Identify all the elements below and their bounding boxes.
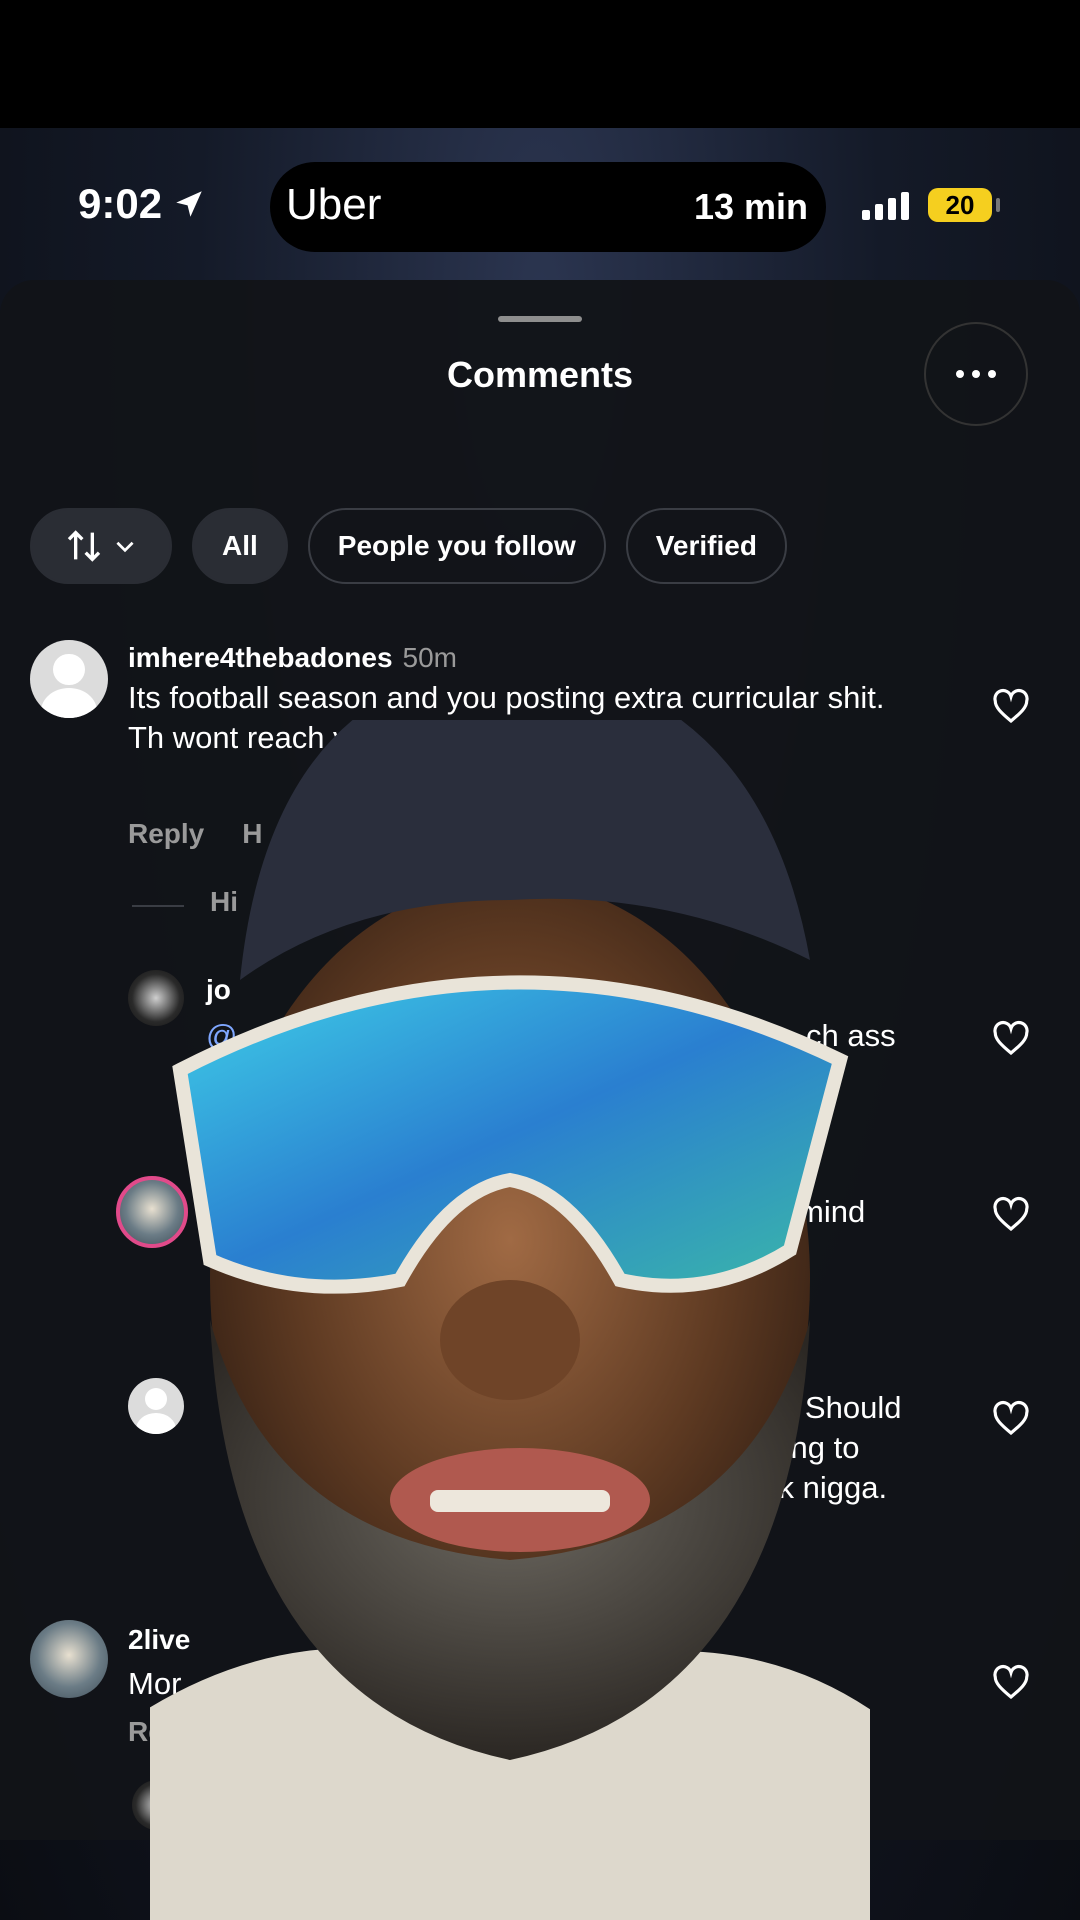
live-activity-eta: 13 min <box>693 186 808 227</box>
sort-button[interactable] <box>30 508 172 584</box>
top-letterbox <box>0 0 1080 128</box>
filter-people-you-follow[interactable]: People you follow <box>307 508 606 584</box>
filter-chips: All People you follow Verified <box>30 508 787 584</box>
heart-icon[interactable] <box>990 1194 1032 1236</box>
sheet-grabber[interactable] <box>498 316 582 322</box>
filter-verified[interactable]: Verified <box>625 508 787 584</box>
more-options-button[interactable] <box>924 322 1028 426</box>
chevron-down-icon <box>116 541 134 553</box>
video-face-overlay <box>150 720 870 1920</box>
battery-level: 20 <box>945 190 975 220</box>
username-text[interactable]: imhere4thebadones <box>128 642 393 673</box>
battery-nub <box>996 198 1000 212</box>
avatar[interactable] <box>30 1620 108 1698</box>
cellular-signal-icon <box>862 190 909 220</box>
status-time: 9:02 <box>78 180 206 228</box>
sort-arrows-icon <box>67 530 101 562</box>
battery-icon: 20 <box>928 188 992 222</box>
dynamic-island-live-activity[interactable]: Uber 13 min <box>270 162 826 252</box>
location-arrow-icon <box>176 191 202 217</box>
comment-timestamp: 50m <box>402 642 457 673</box>
comment-username[interactable]: imhere4thebadones 50m <box>128 642 457 674</box>
live-activity-brand: Uber <box>286 180 382 229</box>
heart-icon[interactable] <box>990 1398 1032 1440</box>
status-bar: 9:02 Uber 13 min 20 <box>0 128 1080 288</box>
filter-all[interactable]: All <box>192 508 288 584</box>
heart-icon[interactable] <box>990 1662 1032 1704</box>
heart-icon[interactable] <box>990 1018 1032 1060</box>
heart-icon[interactable] <box>990 686 1032 728</box>
ellipsis-icon <box>952 370 1000 378</box>
avatar[interactable] <box>30 640 108 718</box>
time-text: 9:02 <box>78 180 163 227</box>
sheet-title: Comments <box>446 354 634 395</box>
